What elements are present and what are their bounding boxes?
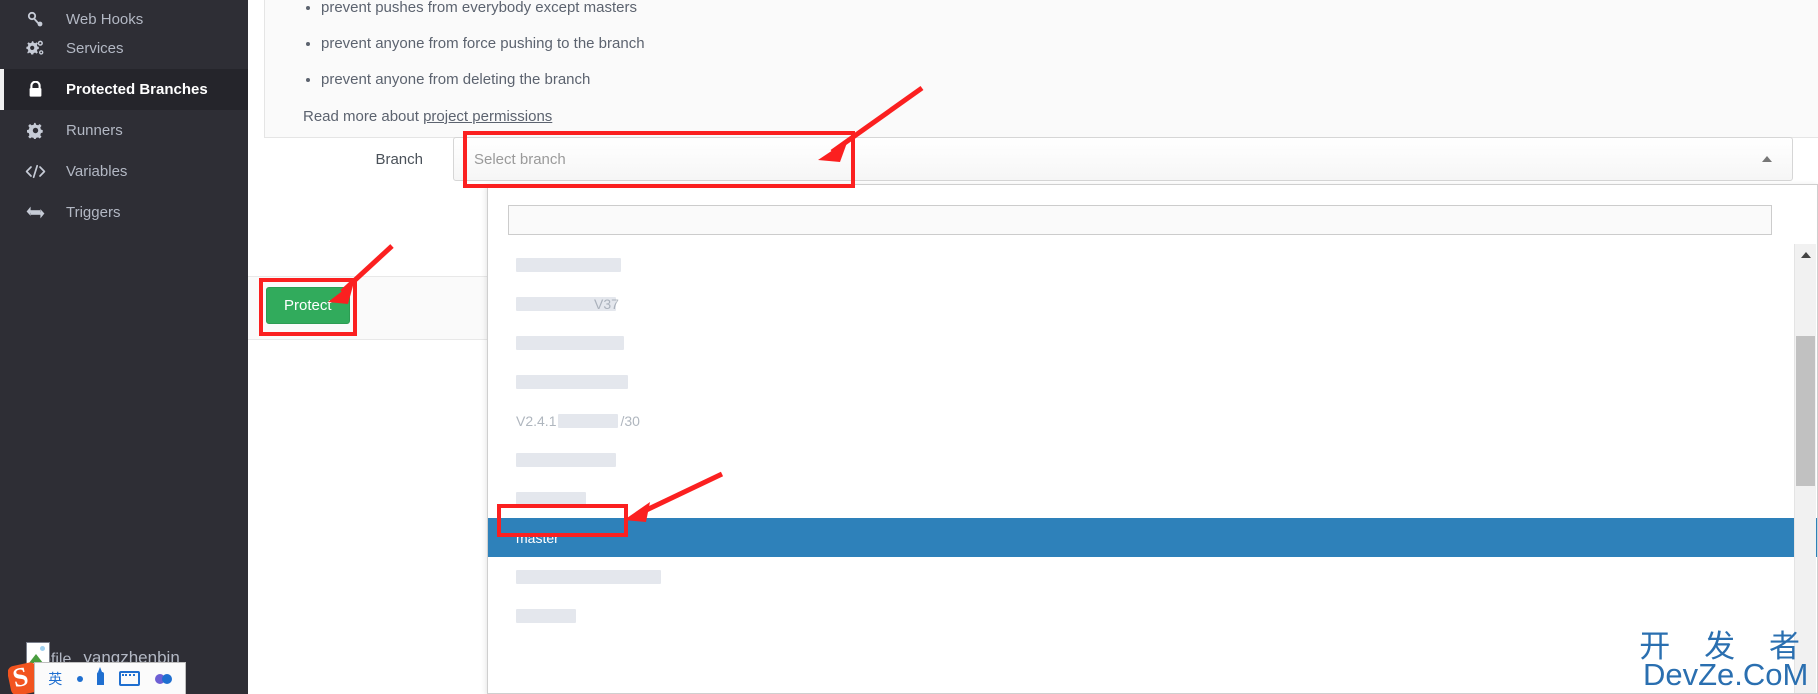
list-item[interactable]: V37	[488, 284, 1817, 323]
sidebar-item-label: Services	[66, 40, 124, 57]
ime-duo-icon[interactable]	[154, 673, 172, 684]
branch-select-placeholder: Select branch	[474, 150, 566, 168]
redacted-branch-name	[516, 335, 624, 350]
branch-name-fragment-prefix: V2.4.1	[516, 412, 557, 429]
dropdown-scrollbar[interactable]	[1794, 244, 1816, 693]
info-bullet-list: prevent pushes from everybody except mas…	[265, 0, 1818, 87]
branch-name-master: master	[516, 529, 559, 546]
list-item[interactable]	[488, 362, 1817, 401]
scrollbar-thumb[interactable]	[1796, 336, 1815, 486]
list-item[interactable]	[488, 596, 1817, 635]
sidebar: Web Hooks Services Protected Branches Ru…	[0, 0, 248, 694]
sidebar-item-protected-branches[interactable]: Protected Branches	[0, 69, 248, 110]
gear-icon	[22, 122, 48, 139]
profile-area[interactable]: Profile yangzhenbin	[0, 608, 248, 668]
redacted-branch-name	[516, 491, 586, 506]
sidebar-item-services[interactable]: Services	[0, 28, 248, 69]
triggers-refresh-icon	[22, 205, 48, 220]
protected-branches-info-panel: prevent pushes from everybody except mas…	[264, 0, 1818, 138]
sidebar-item-label: Protected Branches	[66, 81, 208, 98]
services-gears-icon	[22, 40, 48, 57]
branch-label: Branch	[375, 150, 423, 168]
read-more-text: Read more about project permissions	[303, 108, 1818, 125]
list-item: prevent pushes from everybody except mas…	[321, 0, 1818, 15]
ime-keyboard-icon[interactable]	[119, 671, 141, 686]
redacted-branch-name	[558, 413, 619, 428]
code-brackets-icon	[22, 164, 48, 179]
sidebar-item-label: Web Hooks	[66, 11, 144, 28]
ime-language-mode[interactable]: 英	[48, 669, 62, 689]
redacted-branch-name	[516, 374, 628, 389]
list-item[interactable]: V2.4.1 /30	[488, 401, 1817, 440]
caret-up-icon	[1762, 156, 1772, 162]
list-item[interactable]	[488, 245, 1817, 284]
branch-search-input[interactable]	[508, 205, 1772, 235]
list-item: prevent anyone from force pushing to the…	[321, 36, 1818, 51]
redacted-branch-name	[516, 452, 616, 467]
list-item-master[interactable]: master	[488, 518, 1817, 557]
ime-pen-icon[interactable]	[97, 667, 105, 685]
list-item[interactable]	[488, 323, 1817, 362]
branch-form-row: Branch Select branch	[248, 137, 1818, 181]
redacted-branch-name	[516, 257, 621, 272]
branch-select-input[interactable]: Select branch	[453, 137, 1793, 181]
sidebar-item-web-hooks[interactable]: Web Hooks	[0, 0, 248, 28]
ime-toolbar[interactable]: 英	[34, 662, 186, 694]
sidebar-item-runners[interactable]: Runners	[0, 110, 248, 151]
branch-option-list: V37 V2.4.1 /30 master	[488, 245, 1817, 693]
sidebar-item-label: Triggers	[66, 204, 121, 221]
branch-name-fragment: V37	[594, 295, 619, 312]
protect-button[interactable]: Protect	[266, 287, 350, 324]
project-permissions-link[interactable]: project permissions	[423, 108, 552, 125]
redacted-branch-name	[516, 608, 576, 623]
main-content: prevent pushes from everybody except mas…	[248, 0, 1818, 694]
list-item[interactable]	[488, 479, 1817, 518]
ime-dot-icon[interactable]	[76, 675, 83, 682]
sidebar-item-triggers[interactable]: Triggers	[0, 192, 248, 233]
read-more-prefix: Read more about	[303, 108, 424, 125]
branch-name-fragment-suffix: /30	[620, 412, 640, 429]
webhook-icon	[22, 11, 48, 28]
scroll-up-arrow-icon[interactable]	[1800, 252, 1811, 258]
branch-dropdown-panel: V37 V2.4.1 /30 master	[487, 184, 1818, 694]
list-item[interactable]	[488, 440, 1817, 479]
sidebar-item-label: Variables	[66, 163, 128, 180]
list-item: prevent anyone from deleting the branch	[321, 72, 1818, 87]
list-item[interactable]	[488, 557, 1817, 596]
lock-icon	[22, 81, 48, 98]
redacted-branch-name	[516, 569, 661, 584]
sidebar-item-label: Runners	[66, 122, 123, 139]
sidebar-item-variables[interactable]: Variables	[0, 151, 248, 192]
